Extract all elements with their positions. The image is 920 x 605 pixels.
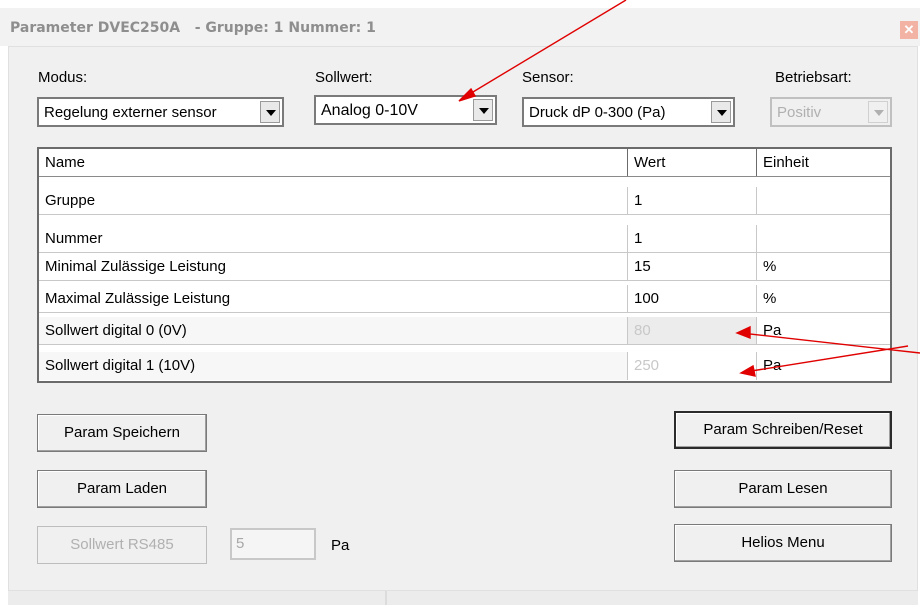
row-value[interactable]: 15 <box>628 253 757 280</box>
chevron-down-icon <box>868 101 888 123</box>
parameter-table: Name Wert Einheit Gruppe 1 Nummer 1 Mini… <box>37 147 892 383</box>
row-name: Maximal Zulässige Leistung <box>39 285 628 312</box>
row-unit <box>757 187 890 214</box>
table-row[interactable]: Minimal Zulässige Leistung 15 % <box>39 253 890 281</box>
row-unit <box>757 225 890 252</box>
row-unit: % <box>763 258 777 275</box>
row-value[interactable]: 1 <box>628 187 757 214</box>
chevron-down-icon[interactable] <box>711 101 731 123</box>
parameter-dialog: Parameter DVEC250A - Gruppe: 1 Nummer: 1… <box>0 0 920 605</box>
table-row: Sollwert digital 0 (0V) 80 Pa <box>39 317 890 345</box>
row-name: Sollwert digital 1 (10V) <box>39 352 628 380</box>
column-header-wert[interactable]: Wert <box>628 149 757 176</box>
row-value[interactable]: 1 <box>628 225 757 252</box>
sensor-value: Druck dP 0-300 (Pa) <box>529 104 666 121</box>
betriebsart-dropdown: Positiv <box>770 97 892 127</box>
table-row: Sollwert digital 1 (10V) 250 Pa <box>39 352 890 380</box>
close-button[interactable]: ✕ <box>900 21 918 39</box>
row-unit: % <box>763 290 777 307</box>
row-unit: Pa <box>763 322 782 339</box>
table-header-row: Name Wert Einheit <box>39 149 890 177</box>
table-row[interactable]: Nummer 1 <box>39 225 890 253</box>
title-bar: Parameter DVEC250A - Gruppe: 1 Nummer: 1… <box>0 8 920 46</box>
modus-label: Modus: <box>38 69 88 86</box>
column-header-name[interactable]: Name <box>39 149 628 176</box>
row-name: Sollwert digital 0 (0V) <box>39 317 628 344</box>
sensor-dropdown[interactable]: Druck dP 0-300 (Pa) <box>522 97 735 127</box>
helios-menu-button[interactable]: Helios Menu <box>674 524 892 562</box>
betriebsart-value: Positiv <box>777 104 822 121</box>
sensor-label: Sensor: <box>522 69 574 86</box>
sollwert-rs485-button: Sollwert RS485 <box>37 526 207 564</box>
row-name: Minimal Zulässige Leistung <box>39 253 628 280</box>
betriebsart-label: Betriebsart: <box>775 69 852 86</box>
param-speichern-button[interactable]: Param Speichern <box>37 414 207 452</box>
row-value: 80 <box>628 317 757 344</box>
modus-dropdown[interactable]: Regelung externer sensor <box>37 97 284 127</box>
row-name: Nummer <box>39 225 628 252</box>
param-lesen-button[interactable]: Param Lesen <box>674 470 892 508</box>
rs485-value-field: 5 <box>230 528 316 560</box>
chevron-down-icon[interactable] <box>260 101 280 123</box>
row-value: 250 <box>628 352 757 380</box>
table-row[interactable]: Gruppe 1 <box>39 187 890 215</box>
modus-value: Regelung externer sensor <box>44 104 217 121</box>
param-laden-button[interactable]: Param Laden <box>37 470 207 508</box>
sollwert-value: Analog 0-10V <box>321 102 418 119</box>
column-header-einheit[interactable]: Einheit <box>757 149 890 176</box>
sollwert-dropdown[interactable]: Analog 0-10V <box>314 95 497 125</box>
row-unit: Pa <box>763 357 782 374</box>
rs485-unit-label: Pa <box>331 537 350 554</box>
status-strip <box>8 591 918 605</box>
sollwert-label: Sollwert: <box>315 69 373 86</box>
row-name: Gruppe <box>39 187 628 214</box>
table-row[interactable]: Maximal Zulässige Leistung 100 % <box>39 285 890 313</box>
status-divider <box>385 591 387 605</box>
param-schreiben-reset-button[interactable]: Param Schreiben/Reset <box>674 411 892 449</box>
row-value[interactable]: 100 <box>628 285 757 312</box>
window-title: Parameter DVEC250A - Gruppe: 1 Nummer: 1 <box>10 20 376 36</box>
chevron-down-icon[interactable] <box>473 99 493 121</box>
